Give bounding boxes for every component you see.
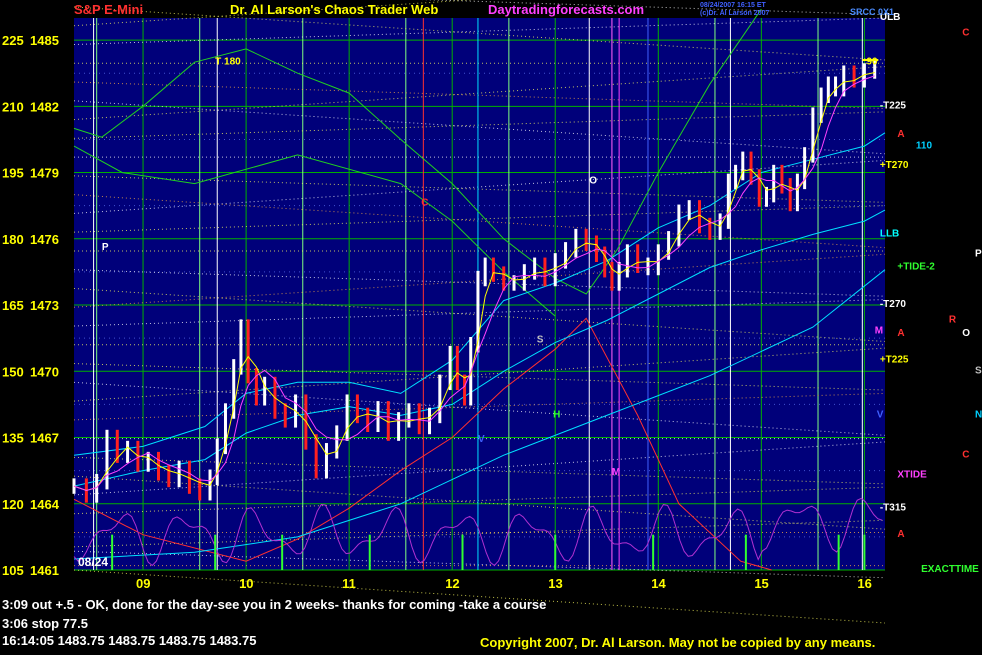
y-tick-price: 1482 [30, 99, 59, 114]
chart-annotation: C [421, 198, 428, 209]
chart-annotation: +T270 [880, 160, 909, 171]
chart-annotation: N [975, 410, 982, 421]
y-tick-offset: 135 [2, 431, 24, 446]
x-tick-label: 16 [857, 576, 871, 591]
x-tick-label: 14 [651, 576, 666, 591]
y-tick-offset: 165 [2, 298, 24, 313]
chart-annotation: V [877, 410, 884, 421]
instrument-label: S&P E-Mini [74, 2, 143, 17]
y-tick-price: 1473 [30, 298, 59, 313]
y-tick-offset: 225 [2, 33, 24, 48]
chart-annotation: S [537, 335, 544, 346]
timestamp-line-1: 08/24/2007 16:15 ET [700, 2, 766, 9]
chart-annotation: -T315 [880, 502, 907, 513]
chart-annotation: +T225 [880, 354, 909, 365]
y-tick-price: 1461 [30, 563, 59, 578]
chart-annotation: R [949, 315, 957, 326]
y-tick-offset: 210 [2, 99, 24, 114]
x-tick-label: 11 [342, 576, 356, 591]
site-label: Daytradingforecasts.com [488, 2, 644, 17]
chart-annotation: O [589, 176, 597, 187]
chart-annotation: H [553, 410, 560, 421]
chart-title: Dr. Al Larson's Chaos Trader Web [230, 2, 438, 17]
chart-annotation: S [975, 365, 982, 376]
x-tick-label: 12 [445, 576, 459, 591]
chart-annotation: 110 [916, 140, 933, 151]
y-tick-price: 1476 [30, 232, 59, 247]
chart-annotation: P [975, 248, 982, 259]
chart-annotation: M [875, 326, 883, 337]
y-tick-price: 1467 [30, 431, 59, 446]
chart-annotation: V [478, 434, 485, 445]
copyright: Copyright 2007, Dr. Al Larson. May not b… [480, 635, 875, 650]
chart-annotation: A [897, 129, 904, 140]
chart-annotation: -T225 [880, 101, 907, 112]
chart-annotation: XTIDE [897, 469, 927, 480]
corner-label: SRCC 0X1 [850, 7, 894, 17]
y-tick-offset: 105 [2, 563, 24, 578]
x-tick-label: 15 [754, 576, 768, 591]
plot-area [74, 18, 885, 570]
y-tick-offset: 195 [2, 166, 24, 181]
x-tick-label: 13 [548, 576, 562, 591]
y-tick-offset: 120 [2, 497, 24, 512]
quote-line: 16:14:05 1483.75 1483.75 1483.75 1483.75 [2, 633, 257, 648]
y-tick-price: 1470 [30, 364, 59, 379]
date-label: 08/24 [78, 555, 108, 569]
x-tick-label: 10 [239, 576, 253, 591]
chart-annotation: -T270 [880, 299, 907, 310]
y-tick-price: 1464 [30, 497, 60, 512]
y-tick-offset: 180 [2, 232, 24, 247]
chart-annotation: A [897, 529, 904, 540]
chart-svg: 225 1485 210 1482 195 1479 180 1476 165 1473 150 14… [0, 0, 982, 650]
x-tick-label: 09 [136, 576, 150, 591]
chart-annotation: +TIDE-2 [897, 262, 935, 273]
y-tick-price: 1485 [30, 33, 59, 48]
y-tick-offset: 150 [2, 364, 24, 379]
chart-annotation: EXACTTIME [921, 564, 979, 575]
timestamp-line-2: (c)Dr. Al Larson 2007 [700, 10, 769, 17]
chart-annotation: M [612, 467, 620, 478]
chart-annotation: LLB [880, 229, 899, 240]
chart-annotation: O [962, 328, 970, 339]
chart-annotation: T 180 [215, 56, 241, 67]
chart-annotation: A [897, 328, 904, 339]
chart-annotation: C [962, 449, 969, 460]
note-line-2: 3:06 stop 77.5 [2, 616, 88, 631]
chaos-trader-chart: 225 1485 210 1482 195 1479 180 1476 165 1473 150 14… [0, 0, 982, 650]
y-tick-price: 1479 [30, 166, 59, 181]
note-line-1: 3:09 out +.5 - OK, done for the day-see … [2, 597, 547, 612]
chart-annotation: P [102, 242, 109, 253]
chart-annotation: C [962, 28, 969, 39]
chart-annotation: 90 [866, 56, 878, 67]
